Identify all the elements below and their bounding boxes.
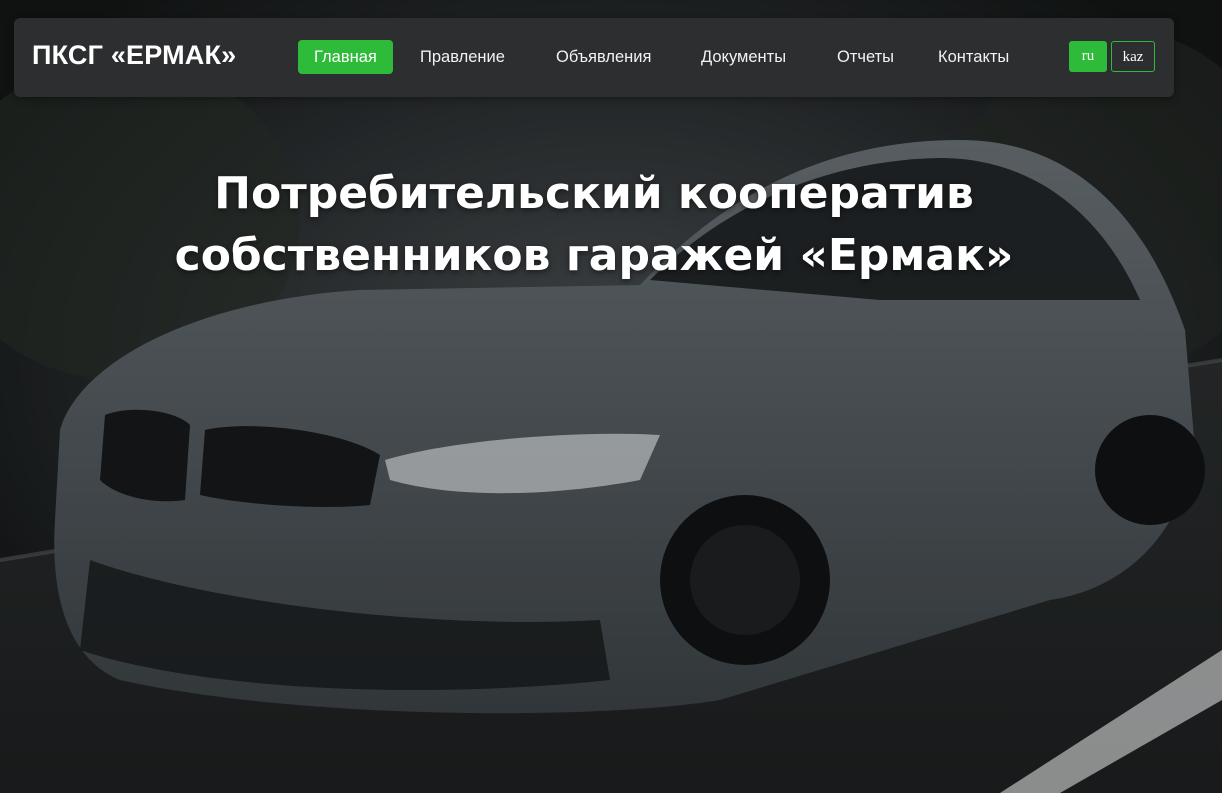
nav-item-reports[interactable]: Отчеты	[837, 40, 894, 74]
nav-item-announcements[interactable]: Объявления	[556, 40, 651, 74]
nav-item-contacts[interactable]: Контакты	[938, 40, 1009, 74]
nav-item-board[interactable]: Правление	[420, 40, 505, 74]
hero-section: ПКСГ «ЕРМАК» Главная Правление Объявлени…	[0, 0, 1222, 793]
language-ru-button[interactable]: ru	[1069, 41, 1107, 72]
top-navbar: ПКСГ «ЕРМАК» Главная Правление Объявлени…	[14, 18, 1174, 97]
hero-title-line1: Потребительский кооператив	[214, 168, 974, 219]
hero-dark-overlay	[0, 0, 1222, 793]
nav-item-documents[interactable]: Документы	[701, 40, 786, 74]
nav-item-home[interactable]: Главная	[298, 40, 393, 74]
site-brand-logo[interactable]: ПКСГ «ЕРМАК»	[32, 40, 236, 71]
language-kaz-button[interactable]: kaz	[1111, 41, 1155, 72]
hero-title: Потребительский кооператив собственников…	[0, 163, 1188, 287]
hero-title-line2: собственников гаражей «Ермак»	[174, 230, 1014, 281]
